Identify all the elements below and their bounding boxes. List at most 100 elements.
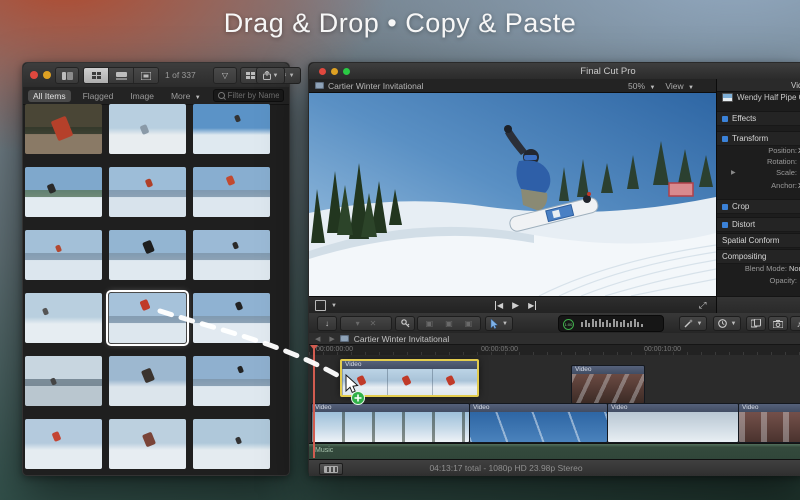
section-effects[interactable]: Effects bbox=[717, 111, 800, 126]
thumbnail-skier-figure bbox=[142, 432, 156, 448]
photo-thumbnail[interactable] bbox=[25, 167, 102, 217]
distort-checkbox[interactable] bbox=[722, 222, 728, 228]
photo-thumbnail[interactable] bbox=[109, 419, 186, 469]
retime-menu-button[interactable]: ▼ bbox=[713, 316, 741, 331]
view-menu[interactable]: View ▼ bbox=[665, 81, 694, 91]
search-field[interactable] bbox=[213, 89, 284, 102]
timeline-back-icon[interactable]: ◀ bbox=[315, 335, 324, 343]
fullscreen-icon[interactable]: ⤢ bbox=[698, 300, 706, 311]
photo-thumbnail[interactable] bbox=[193, 293, 270, 343]
grid-view-button[interactable] bbox=[84, 68, 109, 83]
section-crop[interactable]: Crop bbox=[717, 199, 800, 214]
import-arrow-icon: ↓ bbox=[325, 319, 329, 328]
search-input[interactable] bbox=[228, 91, 279, 100]
storyline-clip[interactable]: Video bbox=[738, 403, 800, 443]
background-tasks-icon[interactable]: 1:00 bbox=[563, 319, 574, 330]
timeline-status-bar: 04:13:17 total - 1080p HD 23.98p Stereo bbox=[309, 459, 800, 476]
storyline-clip[interactable]: Video bbox=[311, 403, 470, 443]
project-name[interactable]: Cartier Winter Invitational bbox=[354, 334, 449, 344]
photo-thumbnail-selected[interactable] bbox=[109, 293, 186, 343]
disclosure-triangle-icon[interactable]: ▶ bbox=[731, 169, 736, 176]
photos-browser-button[interactable] bbox=[768, 316, 788, 331]
transform-overlay-menu[interactable]: ▼ bbox=[315, 300, 337, 311]
playhead[interactable] bbox=[313, 345, 315, 458]
storyline-clip[interactable]: Video bbox=[607, 403, 739, 443]
photo-thumbnail[interactable] bbox=[25, 293, 102, 343]
section-transform[interactable]: Transform bbox=[717, 131, 800, 146]
share-button[interactable]: ▼ bbox=[256, 67, 285, 84]
photo-thumbnail[interactable] bbox=[193, 419, 270, 469]
transform-overlay-icon bbox=[315, 300, 326, 311]
connect-icon: ▾ bbox=[356, 319, 360, 328]
transform-checkbox[interactable] bbox=[722, 136, 728, 142]
dragged-clip[interactable]: Video bbox=[340, 359, 479, 397]
row-anchor: Anchor: X bbox=[717, 180, 800, 191]
play-button[interactable]: ▶ bbox=[512, 300, 519, 311]
close-button[interactable] bbox=[30, 71, 38, 79]
clip-label: Video bbox=[342, 361, 477, 369]
import-button[interactable]: ↓ bbox=[317, 316, 337, 331]
music-browser-button[interactable]: ♪ bbox=[790, 316, 800, 331]
photo-thumbnail[interactable] bbox=[25, 230, 102, 280]
effects-checkbox[interactable] bbox=[722, 116, 728, 122]
photo-thumbnail[interactable] bbox=[109, 104, 186, 154]
edit-tools-group[interactable]: ▾ ✕ bbox=[340, 316, 392, 331]
music-track[interactable]: Music bbox=[309, 443, 800, 460]
music-track-label: Music bbox=[315, 447, 333, 454]
dashboard[interactable]: 1:00 bbox=[558, 315, 664, 332]
filter-tab-image[interactable]: Image bbox=[125, 90, 159, 102]
thumbnail-mountain bbox=[25, 190, 102, 197]
storyline-clip[interactable]: Video bbox=[469, 403, 608, 443]
chevron-down-icon: ▼ bbox=[273, 73, 279, 79]
filter-tab-all-items[interactable]: All Items bbox=[28, 90, 71, 102]
clip-thumbnail-figure bbox=[446, 375, 456, 386]
photo-thumbnail[interactable] bbox=[193, 167, 270, 217]
filmstrip-view-button[interactable] bbox=[109, 68, 134, 83]
grid-view-icon bbox=[92, 72, 101, 80]
tab-video[interactable]: Video bbox=[791, 81, 800, 90]
enhance-menu-button[interactable]: ▼ bbox=[679, 316, 707, 331]
slideshow-view-button[interactable] bbox=[134, 68, 158, 83]
filter-tab-flagged[interactable]: Flagged bbox=[78, 90, 119, 102]
section-compositing[interactable]: Compositing bbox=[717, 249, 800, 264]
photo-browser-window: 1 of 337 ▽ ▼ ⚙ ▼ ▼ All Items Flagged Ima… bbox=[22, 62, 290, 476]
search-icon bbox=[218, 92, 225, 99]
next-frame-button[interactable]: ▶ bbox=[528, 301, 536, 310]
photo-thumbnail[interactable] bbox=[25, 419, 102, 469]
timeline-forward-icon[interactable]: ▶ bbox=[329, 335, 334, 343]
final-cut-pro-window: Final Cut Pro Cartier Winter Invitationa… bbox=[308, 62, 800, 476]
blend-mode-value[interactable]: Nor bbox=[789, 264, 800, 273]
photo-thumbnail[interactable] bbox=[109, 230, 186, 280]
photo-thumbnail[interactable] bbox=[193, 230, 270, 280]
transitions-browser-button[interactable] bbox=[746, 316, 766, 331]
section-distort[interactable]: Distort bbox=[717, 217, 800, 232]
viewer-canvas[interactable] bbox=[309, 93, 716, 296]
select-tool-button[interactable]: ▼ bbox=[485, 316, 513, 331]
previous-frame-button[interactable]: ◀ bbox=[495, 301, 503, 310]
connected-clip[interactable]: Video bbox=[571, 365, 645, 404]
file-thumbnail-icon bbox=[722, 93, 733, 102]
chevron-down-icon: ▼ bbox=[331, 303, 337, 309]
section-spatial-conform[interactable]: Spatial Conform bbox=[717, 233, 800, 248]
timeline-header: ◀ ▶ Cartier Winter Invitational bbox=[309, 333, 800, 345]
filter-button[interactable]: ▽ bbox=[213, 67, 237, 84]
marker-tools-group[interactable]: ▣ ▣ ▣ bbox=[417, 316, 481, 331]
photo-thumbnail[interactable] bbox=[109, 167, 186, 217]
photo-thumbnail[interactable] bbox=[109, 356, 186, 406]
photo-thumbnail[interactable] bbox=[25, 356, 102, 406]
chevron-down-icon: ▼ bbox=[688, 85, 694, 91]
clip-label: Video bbox=[572, 366, 644, 374]
photo-thumbnail[interactable] bbox=[193, 104, 270, 154]
photo-thumbnail[interactable] bbox=[25, 104, 102, 154]
inspector-file-row[interactable]: Wendy Half Pipe Grab.p bbox=[717, 91, 800, 104]
filter-tab-more[interactable]: More ▼ bbox=[166, 90, 206, 102]
clip-thumbnail-figure bbox=[357, 375, 367, 386]
ruler-tick: 00:00:05:00 bbox=[481, 346, 518, 353]
timeline-body[interactable]: Video Video Video Video Video Video bbox=[309, 355, 800, 459]
minimize-button[interactable] bbox=[43, 71, 51, 79]
photo-thumbnail[interactable] bbox=[193, 356, 270, 406]
zoom-level-menu[interactable]: 50% ▼ bbox=[628, 81, 655, 91]
sidebar-view-button[interactable] bbox=[55, 67, 79, 84]
crop-checkbox[interactable] bbox=[722, 204, 728, 210]
keyword-button[interactable] bbox=[395, 316, 415, 331]
